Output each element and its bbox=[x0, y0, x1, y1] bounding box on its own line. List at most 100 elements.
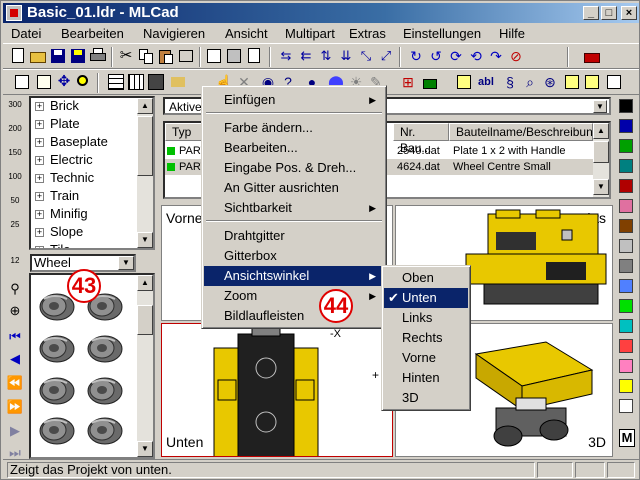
submenu-item-rechts[interactable]: Rechts bbox=[384, 328, 468, 348]
wheel-part[interactable] bbox=[87, 377, 123, 405]
menu-item-gitterbox[interactable]: Gitterbox bbox=[204, 246, 384, 266]
menu-einstellungen[interactable]: Einstellungen bbox=[403, 26, 481, 41]
menu-item-bearbeiten[interactable]: Bearbeiten... bbox=[204, 138, 384, 158]
move-tool-icon[interactable]: ✥ bbox=[55, 73, 73, 91]
rotate-z-back-icon[interactable]: ⊘ bbox=[507, 47, 525, 65]
part-icon[interactable] bbox=[421, 73, 439, 91]
parts-scrollbar[interactable]: ▲ ▼ bbox=[137, 275, 153, 457]
title-bar[interactable]: Basic_01.ldr - MLCad _ □ × bbox=[3, 3, 639, 23]
scroll-up-icon[interactable]: ▲ bbox=[137, 275, 153, 291]
move-y-icon[interactable]: ⇅ bbox=[317, 47, 335, 65]
scroll-down-icon[interactable]: ▼ bbox=[137, 441, 153, 457]
scroll-thumb[interactable] bbox=[137, 305, 153, 335]
search-icon[interactable]: ⌕ bbox=[521, 73, 539, 91]
paste-icon[interactable] bbox=[157, 47, 175, 65]
zoom-50-button[interactable]: 50 bbox=[6, 197, 24, 213]
rotate-x-icon[interactable]: ↻ bbox=[407, 47, 425, 65]
tree-scrollbar[interactable]: ▲ ▼ bbox=[137, 98, 153, 248]
menu-item-gitter[interactable]: An Gitter ausrichten bbox=[204, 178, 384, 198]
menu-hilfe[interactable]: Hilfe bbox=[499, 26, 525, 41]
color-swatch[interactable] bbox=[619, 259, 633, 273]
chevron-down-icon[interactable]: ▼ bbox=[118, 256, 134, 270]
cut-icon[interactable]: ✂ bbox=[117, 47, 135, 65]
tree-node[interactable]: + Slope bbox=[35, 224, 83, 242]
tree-node[interactable]: + Electric bbox=[35, 152, 93, 170]
color-swatch[interactable] bbox=[619, 159, 633, 173]
maximize-button[interactable]: □ bbox=[601, 6, 617, 20]
menu-item-farbe[interactable]: Farbe ändern... bbox=[204, 118, 384, 138]
color-swatch[interactable] bbox=[619, 359, 633, 373]
zoom-target-icon[interactable]: ⊕ bbox=[6, 303, 24, 319]
tree-node[interactable]: + Minifig bbox=[35, 206, 88, 224]
submenu-item-oben[interactable]: Oben bbox=[384, 268, 468, 288]
menu-item-sichtbarkeit[interactable]: Sichtbarkeit ▶ bbox=[204, 198, 384, 218]
menu-item-bildlaufleisten[interactable]: Bildlaufleisten bbox=[204, 306, 384, 326]
scroll-thumb[interactable] bbox=[593, 141, 609, 163]
wheel-part[interactable] bbox=[39, 335, 75, 363]
color-swatch[interactable] bbox=[619, 299, 633, 313]
zoom-300-button[interactable]: 300 bbox=[6, 101, 24, 117]
color-swatch[interactable] bbox=[619, 179, 633, 193]
print-icon[interactable] bbox=[89, 47, 107, 65]
step-next-icon[interactable]: ▶ bbox=[6, 423, 24, 439]
color-swatch[interactable] bbox=[619, 139, 633, 153]
list-scrollbar[interactable]: ▲ ▼ bbox=[593, 123, 609, 197]
preview-icon[interactable] bbox=[205, 47, 223, 65]
zoom-200-button[interactable]: 200 bbox=[6, 125, 24, 141]
color-swatch[interactable] bbox=[619, 119, 633, 133]
rotation-step-icon[interactable]: ⊛ bbox=[541, 73, 559, 91]
draw-icon[interactable] bbox=[169, 73, 187, 91]
grid-coarse-icon[interactable] bbox=[107, 73, 125, 91]
menu-bearbeiten[interactable]: Bearbeiten bbox=[61, 26, 124, 41]
rotate-y-icon[interactable]: ⟳ bbox=[447, 47, 465, 65]
brick-icon[interactable] bbox=[583, 47, 601, 65]
color-swatch[interactable] bbox=[619, 239, 633, 253]
move-left-icon[interactable]: ⇇ bbox=[297, 47, 315, 65]
step-first-icon[interactable]: ⏮ bbox=[6, 329, 24, 345]
wheel-part[interactable] bbox=[39, 417, 75, 445]
move-z-icon[interactable]: ⤡ bbox=[357, 47, 375, 65]
app-icon[interactable] bbox=[6, 5, 22, 21]
scroll-down-icon[interactable]: ▼ bbox=[593, 179, 609, 195]
chevron-down-icon[interactable]: ▼ bbox=[593, 100, 607, 113]
menu-item-zoom[interactable]: Zoom ▶ bbox=[204, 286, 384, 306]
menu-navigieren[interactable]: Navigieren bbox=[143, 26, 205, 41]
help-icon[interactable] bbox=[245, 47, 263, 65]
wheel-part[interactable] bbox=[39, 377, 75, 405]
wheel-part[interactable] bbox=[87, 335, 123, 363]
scroll-down-icon[interactable]: ▼ bbox=[137, 232, 153, 248]
new-file-icon[interactable] bbox=[9, 47, 27, 65]
move-z-back-icon[interactable]: ⤢ bbox=[377, 47, 395, 65]
color-swatch[interactable] bbox=[619, 279, 633, 293]
tree-node[interactable]: + Train bbox=[35, 188, 79, 206]
menu-multipart[interactable]: Multipart bbox=[285, 26, 335, 41]
color-swatch[interactable] bbox=[619, 399, 633, 413]
tree-node[interactable]: + Tile bbox=[35, 242, 70, 248]
zoom-100-button[interactable]: 100 bbox=[6, 173, 24, 189]
wheel-part[interactable] bbox=[39, 293, 75, 321]
undo-icon[interactable] bbox=[177, 47, 195, 65]
settings-icon[interactable] bbox=[225, 47, 243, 65]
zoom-tool-icon[interactable] bbox=[75, 73, 93, 91]
zoom-12-button[interactable]: 12 bbox=[6, 257, 24, 273]
close-button[interactable]: × bbox=[621, 6, 637, 20]
menu-extras[interactable]: Extras bbox=[349, 26, 386, 41]
header-desc[interactable]: Bauteilname/Beschreibung bbox=[449, 123, 599, 141]
copy-icon[interactable] bbox=[137, 47, 155, 65]
submenu-item-unten[interactable]: ✔ Unten bbox=[384, 288, 468, 308]
submenu-item-hinten[interactable]: Hinten bbox=[384, 368, 468, 388]
scroll-up-icon[interactable]: ▲ bbox=[593, 123, 609, 139]
menu-item-drahtgitter[interactable]: Drahtgitter bbox=[204, 226, 384, 246]
move-x-icon[interactable]: ⇆ bbox=[277, 47, 295, 65]
text-abl-icon[interactable]: abl bbox=[477, 73, 495, 91]
menu-item-einfuegen[interactable]: Einfügen ▶ bbox=[204, 90, 384, 110]
group-icon[interactable] bbox=[583, 73, 601, 91]
select-icon[interactable] bbox=[13, 73, 31, 91]
ghost-icon[interactable] bbox=[605, 73, 623, 91]
move-down-icon[interactable]: ⇊ bbox=[337, 47, 355, 65]
step-back-icon[interactable]: ◀ bbox=[6, 351, 24, 367]
grid-snap-icon[interactable]: ⊞ bbox=[399, 73, 417, 91]
menu-ansicht[interactable]: Ansicht bbox=[225, 26, 268, 41]
step-icon[interactable]: § bbox=[501, 73, 519, 91]
menu-datei[interactable]: Datei bbox=[11, 26, 41, 41]
